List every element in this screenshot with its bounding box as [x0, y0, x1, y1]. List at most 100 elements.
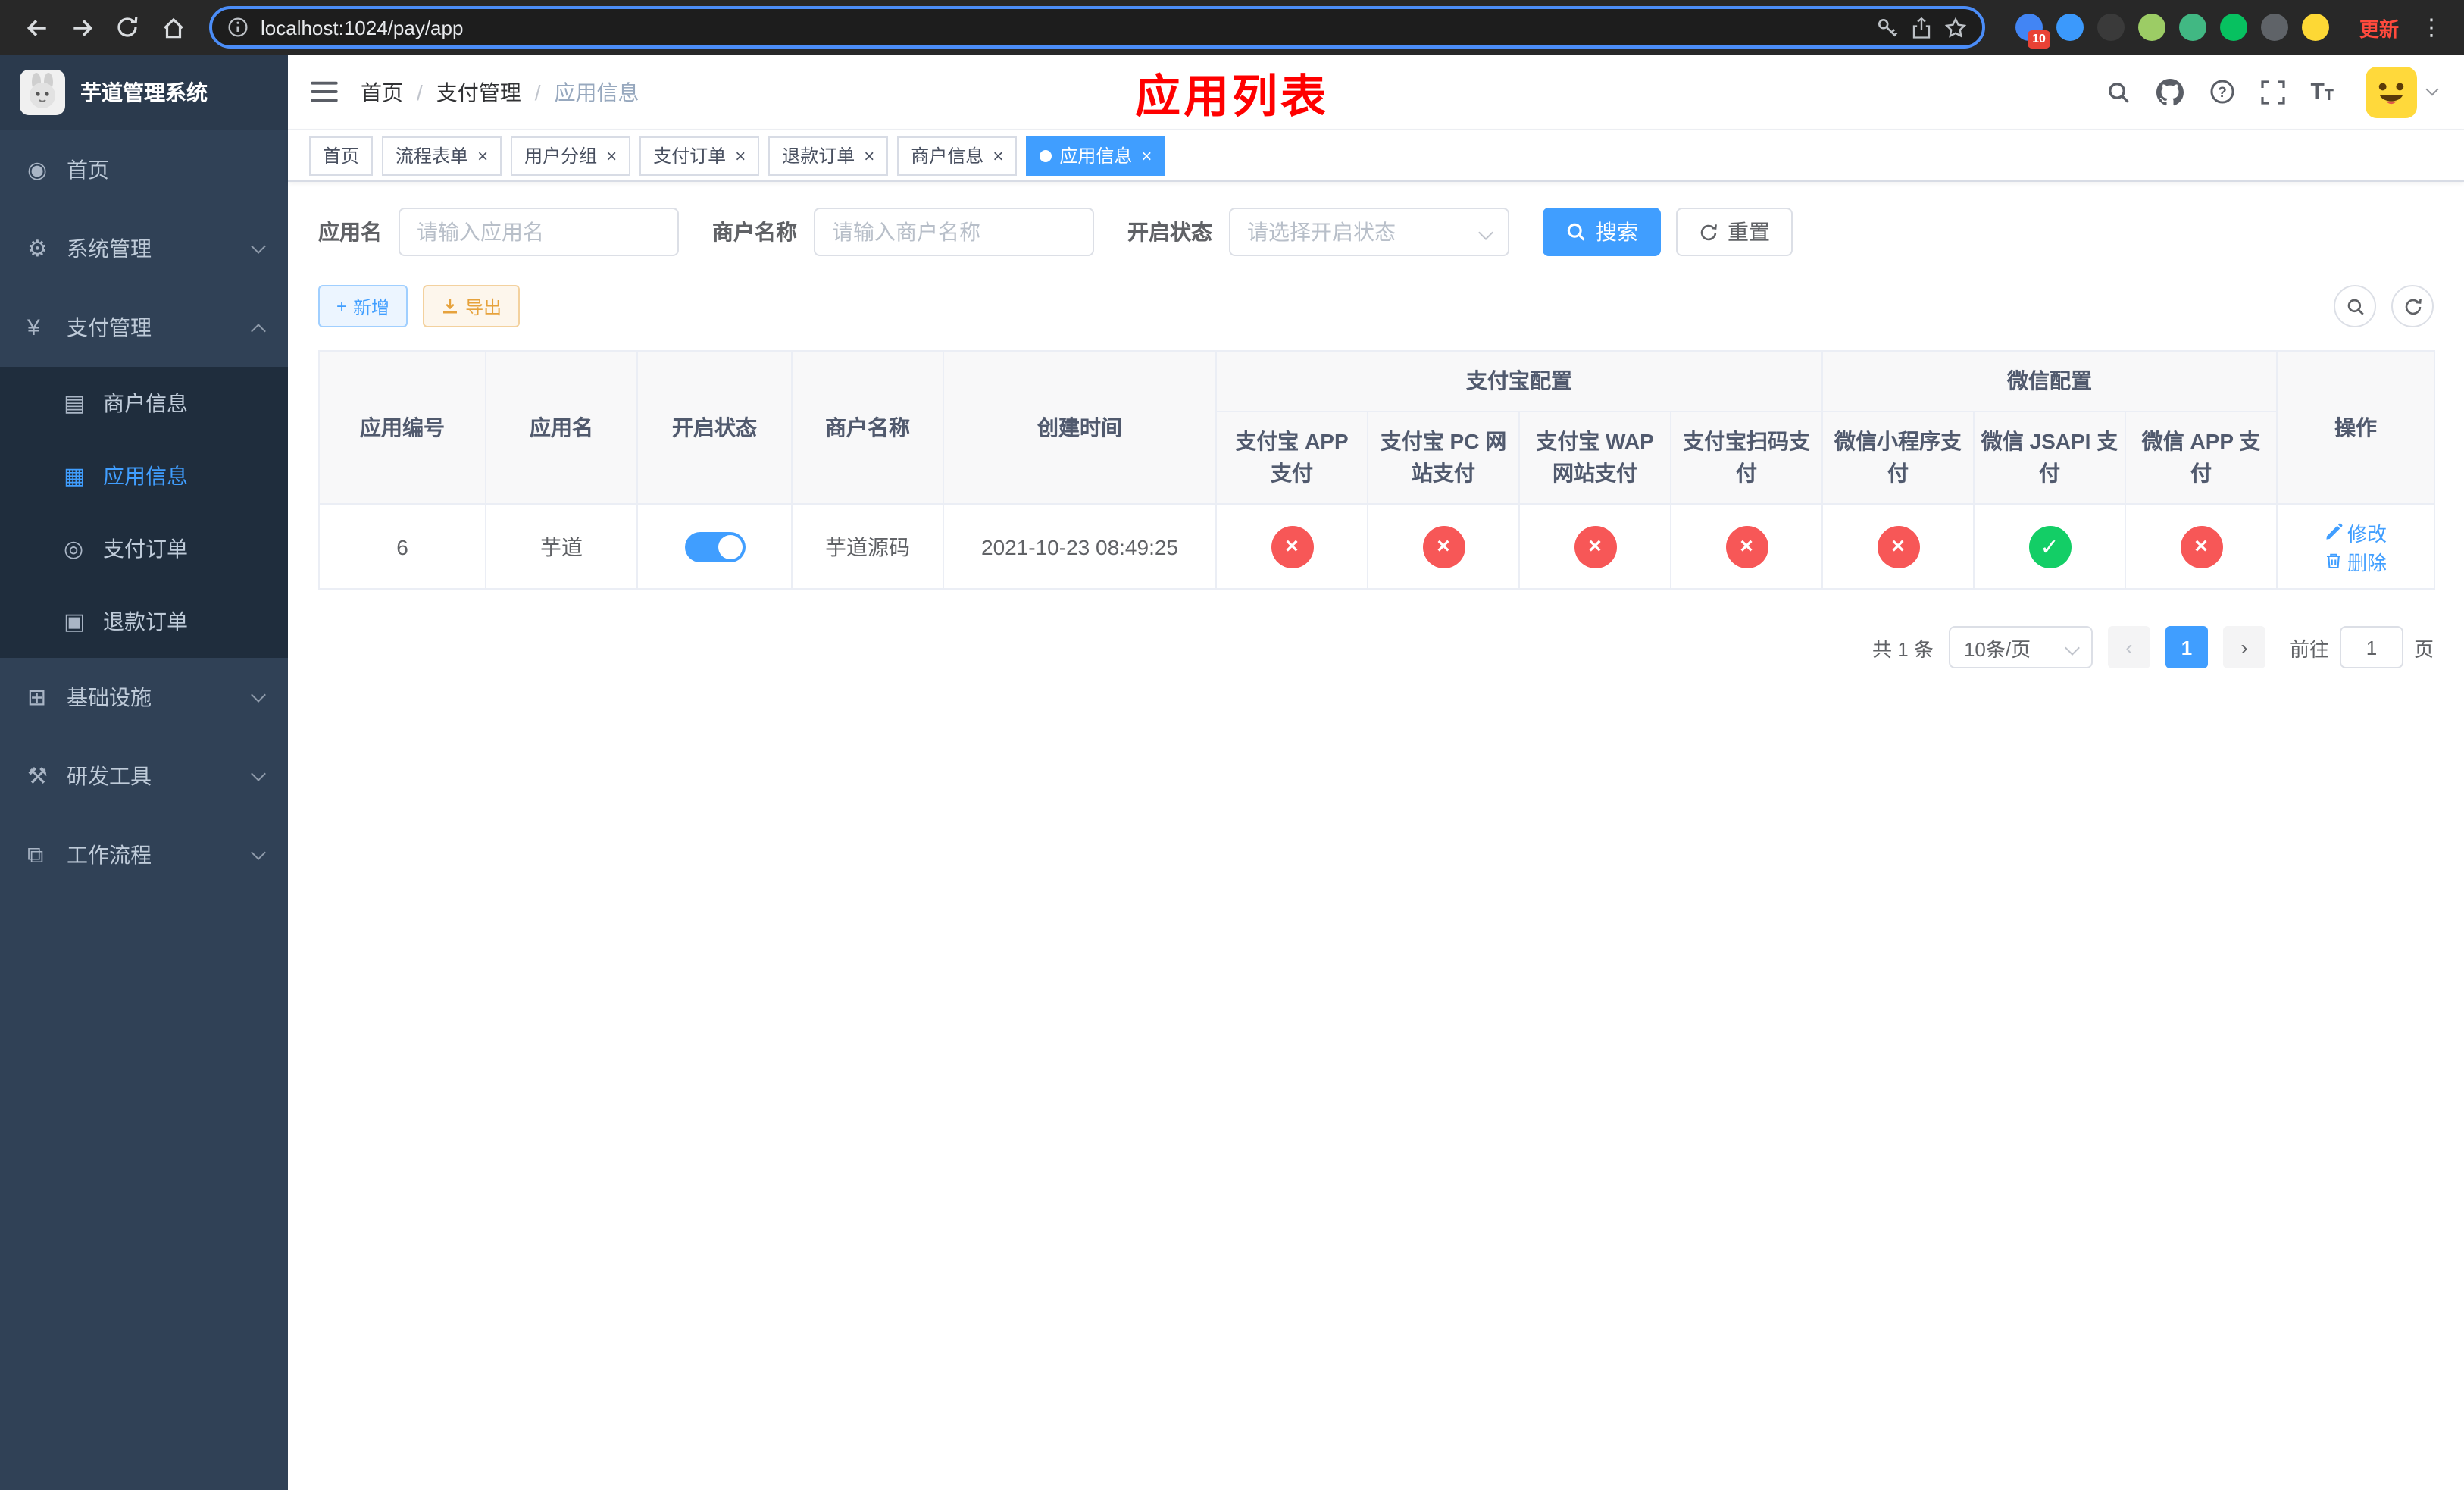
status-select-placeholder: 请选择开启状态 [1247, 220, 1396, 244]
github-icon[interactable] [2156, 78, 2184, 105]
chevron-down-icon [251, 845, 266, 860]
goto-page-input[interactable] [2339, 626, 2403, 668]
table-row: 6 芋道 芋道源码 2021-10-23 08:49:25 × × × × × [318, 503, 2436, 590]
back-icon[interactable] [15, 6, 58, 49]
extension-dark-icon[interactable] [2097, 14, 2125, 41]
sidebar-item-merchant-info[interactable]: ▤ 商户信息 [0, 367, 288, 440]
browser-toolbar: localhost:1024/pay/app 10 更新 ⋮ [0, 0, 2464, 55]
sidebar-item-pay-order[interactable]: ◎ 支付订单 [0, 512, 288, 585]
tab-label: 流程表单 [396, 146, 469, 167]
close-icon[interactable]: × [735, 146, 746, 164]
export-button[interactable]: 导出 [423, 285, 521, 327]
toggle-search-button[interactable] [2334, 285, 2376, 327]
tab-1[interactable]: 流程表单 × [382, 136, 502, 175]
breadcrumb-item[interactable]: 支付管理 [436, 77, 521, 107]
extension-avatar-icon[interactable] [2137, 14, 2165, 41]
search-icon[interactable] [2106, 80, 2130, 104]
close-icon[interactable]: × [477, 146, 488, 164]
plus-icon: + [336, 296, 348, 317]
page-unit-label: 页 [2413, 637, 2434, 660]
sidebar-item-infra[interactable]: ⊞ 基础设施 [0, 658, 288, 737]
close-icon[interactable]: × [606, 146, 617, 164]
order-icon: ◎ [64, 537, 84, 562]
tab-6[interactable]: 应用信息 × [1026, 136, 1166, 175]
tab-4[interactable]: 退款订单 × [768, 136, 889, 175]
search-button[interactable]: 搜索 [1543, 208, 1661, 256]
tab-5[interactable]: 商户信息 × [897, 136, 1018, 175]
tab-label: 支付订单 [653, 146, 727, 167]
extension-stats-icon[interactable]: 10 [2015, 14, 2050, 49]
search-icon [1567, 223, 1585, 241]
app-logo[interactable]: 芋道管理系统 [0, 55, 288, 130]
check-icon: ✓ [2028, 525, 2071, 568]
cross-icon: × [1877, 525, 1919, 568]
add-button[interactable]: + 新增 [318, 285, 408, 327]
reset-button[interactable]: 重置 [1676, 208, 1793, 256]
status-toggle[interactable] [684, 531, 745, 562]
page-title-annotation: 应用列表 [1135, 72, 1329, 122]
merchant-name-input[interactable] [814, 208, 1094, 256]
home-icon[interactable] [152, 6, 194, 49]
sidebar-item-app-info[interactable]: ▦ 应用信息 [0, 440, 288, 512]
extension-vue-icon[interactable] [2178, 14, 2206, 41]
page-size-select[interactable]: 10条/页 [1948, 626, 2093, 668]
filter-form: 应用名 商户名称 开启状态 请选择开启状态 [318, 208, 2434, 256]
navbar-actions: ? TT [2106, 66, 2439, 117]
edit-pencil-icon [2326, 523, 2343, 540]
page-1-button[interactable]: 1 [2165, 626, 2208, 668]
cell-merchant: 芋道源码 [791, 503, 944, 590]
font-size-icon[interactable]: TT [2310, 79, 2334, 105]
password-key-icon[interactable] [1876, 16, 1899, 39]
logo-rabbit-icon [20, 70, 65, 115]
sidebar-toggle-icon[interactable] [288, 55, 361, 129]
extension-drop-icon[interactable] [2056, 14, 2084, 41]
edit-link[interactable]: 修改 [2325, 518, 2387, 546]
share-icon[interactable] [1911, 16, 1932, 39]
fullscreen-icon[interactable] [2260, 80, 2285, 104]
browser-update-button[interactable]: 更新 [2347, 7, 2411, 48]
prev-page-button[interactable]: ‹ [2107, 626, 2150, 668]
extension-puzzle-icon[interactable] [2260, 14, 2288, 41]
sidebar-item-refund-order[interactable]: ▣ 退款订单 [0, 585, 288, 658]
tab-label: 应用信息 [1059, 146, 1133, 167]
breadcrumb-item[interactable]: 首页 [361, 77, 403, 107]
browser-menu-icon[interactable]: ⋮ [2414, 14, 2449, 41]
refresh-icon [1700, 224, 1717, 240]
sidebar-item-system[interactable]: ⚙ 系统管理 [0, 209, 288, 288]
extension-emoji-icon[interactable] [2301, 14, 2329, 41]
close-icon[interactable]: × [1141, 146, 1152, 164]
help-icon[interactable]: ? [2209, 79, 2234, 105]
close-icon[interactable]: × [993, 146, 1003, 164]
status-select[interactable]: 请选择开启状态 [1229, 208, 1509, 256]
download-icon [443, 299, 458, 314]
sidebar-item-payment[interactable]: ¥ 支付管理 [0, 288, 288, 367]
delete-link[interactable]: 删除 [2325, 546, 2387, 575]
sidebar-item-home[interactable]: ◉ 首页 [0, 130, 288, 209]
reload-icon[interactable] [106, 6, 149, 49]
sidebar-item-workflow[interactable]: ⧉ 工作流程 [0, 815, 288, 894]
tab-2[interactable]: 用户分组 × [511, 136, 631, 175]
url-text[interactable]: localhost:1024/pay/app [261, 16, 1864, 39]
next-page-button[interactable]: › [2222, 626, 2265, 668]
trash-icon [2327, 553, 2341, 569]
app-name-input[interactable] [399, 208, 679, 256]
sidebar-item-devtools[interactable]: ⚒ 研发工具 [0, 737, 288, 815]
extension-wechat-icon[interactable] [2219, 14, 2247, 41]
col-header-alipay-pc: 支付宝 PC 网站支付 [1367, 411, 1520, 505]
col-header-alipay-wap: 支付宝 WAP 网站支付 [1518, 411, 1671, 505]
refresh-table-button[interactable] [2391, 285, 2434, 327]
active-dot [1040, 149, 1052, 161]
user-menu[interactable] [2366, 66, 2439, 117]
address-bar[interactable]: localhost:1024/pay/app [209, 6, 1985, 49]
chevron-down-icon [1478, 225, 1493, 240]
sidebar-item-label: 支付管理 [67, 315, 152, 340]
cell-actions: 修改 删除 [2276, 503, 2436, 590]
col-header-alipay-app: 支付宝 APP 支付 [1215, 411, 1368, 505]
cell-app-id: 6 [318, 503, 486, 590]
close-icon[interactable]: × [864, 146, 874, 164]
tab-3[interactable]: 支付订单 × [639, 136, 760, 175]
site-info-icon[interactable] [227, 17, 249, 38]
forward-icon[interactable] [61, 6, 103, 49]
bookmark-star-icon[interactable] [1944, 16, 1967, 39]
tab-0[interactable]: 首页 [309, 136, 374, 175]
